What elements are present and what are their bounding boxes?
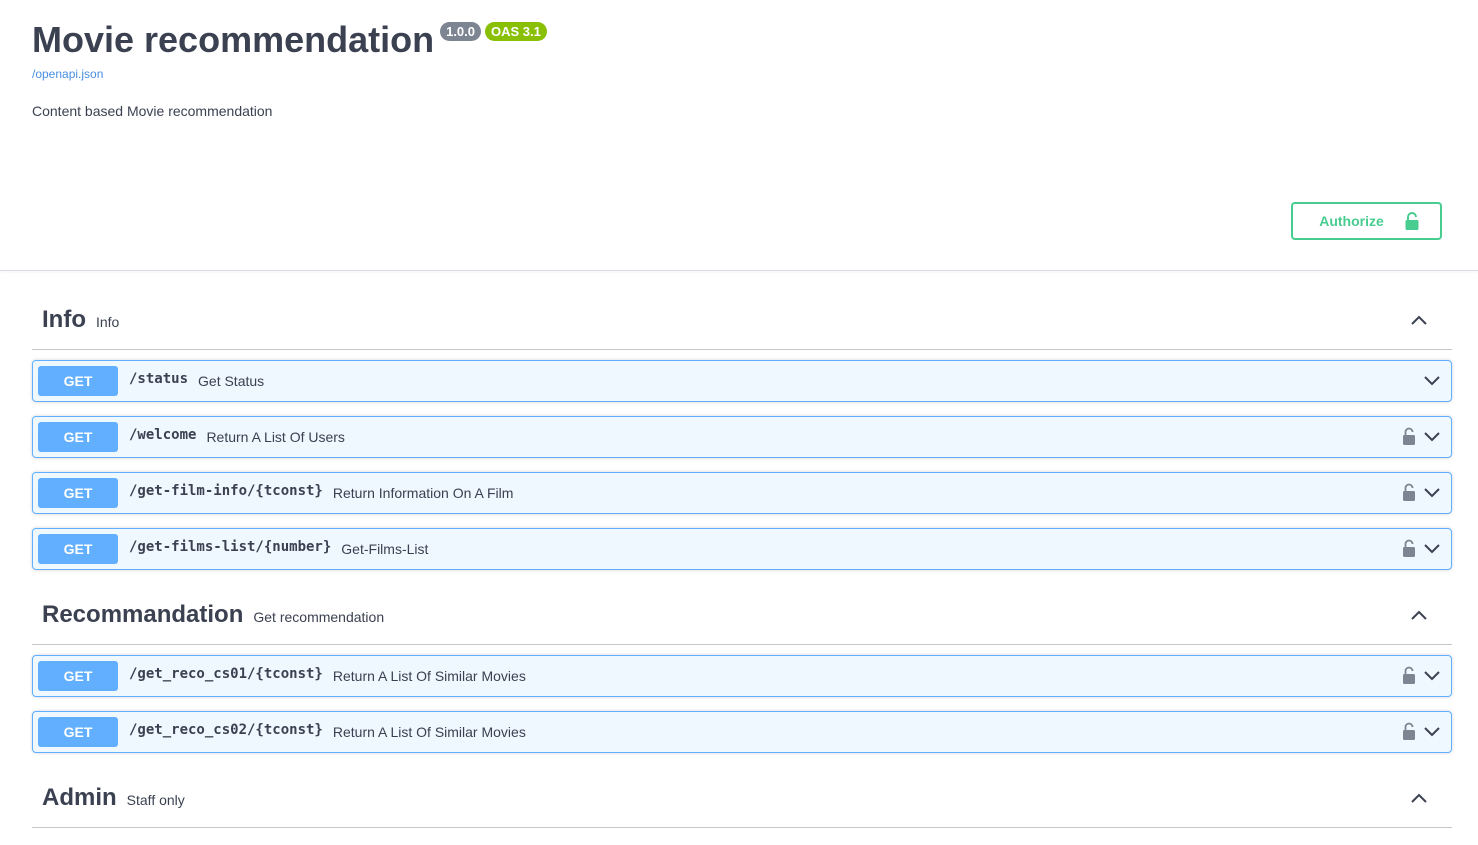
operation-path: /get_reco_cs02/{tconst}	[129, 722, 323, 738]
tag-name: Admin	[42, 783, 117, 811]
tag-description: Staff only	[126, 791, 185, 808]
method-badge: GET	[38, 478, 118, 508]
unlock-icon[interactable]	[1402, 539, 1416, 557]
operation-get-film-info[interactable]: GET /get-film-info/{tconst} Return Infor…	[32, 472, 1452, 514]
unlock-icon[interactable]	[1402, 427, 1416, 445]
tag-header-admin[interactable]: Admin Staff only	[32, 768, 1452, 828]
operation-get-films-list[interactable]: GET /get-films-list/{number} Get-Films-L…	[32, 528, 1452, 570]
authorize-label: Authorize	[1319, 213, 1384, 229]
chevron-down-icon[interactable]	[1423, 374, 1441, 388]
openapi-json-link[interactable]: /openapi.json	[32, 67, 1446, 81]
operation-get-reco-cs02[interactable]: GET /get_reco_cs02/{tconst} Return A Lis…	[32, 711, 1452, 753]
operation-get-welcome[interactable]: GET /welcome Return A List Of Users	[32, 416, 1452, 458]
operation-summary: Return Information On A Film	[332, 485, 514, 501]
tag-description: Info	[95, 313, 120, 330]
version-badge: 1.0.0	[440, 22, 482, 41]
method-badge: GET	[38, 661, 118, 691]
tag-header-info[interactable]: Info Info	[32, 290, 1452, 350]
operation-path: /status	[129, 371, 189, 387]
oas-badge: OAS 3.1	[485, 22, 547, 41]
method-badge: GET	[38, 717, 118, 747]
chevron-up-icon[interactable]	[1410, 607, 1428, 623]
operation-path: /get-film-info/{tconst}	[129, 483, 323, 499]
method-badge: GET	[38, 366, 118, 396]
page-title: Movie recommendation	[32, 19, 435, 60]
unlock-icon[interactable]	[1402, 722, 1416, 740]
authorize-button[interactable]: Authorize	[1291, 202, 1442, 240]
tag-name: Recommandation	[42, 600, 244, 628]
method-badge: GET	[38, 422, 118, 452]
unlock-icon[interactable]	[1402, 483, 1416, 501]
operation-summary: Get-Films-List	[341, 541, 429, 557]
chevron-down-icon[interactable]	[1423, 430, 1441, 444]
chevron-down-icon[interactable]	[1423, 486, 1441, 500]
chevron-down-icon[interactable]	[1423, 669, 1441, 683]
operation-path: /welcome	[129, 427, 197, 443]
api-description: Content based Movie recommendation	[32, 103, 273, 119]
chevron-down-icon[interactable]	[1423, 542, 1441, 556]
header-divider	[0, 270, 1478, 271]
chevron-up-icon[interactable]	[1410, 312, 1428, 328]
tag-header-recommandation[interactable]: Recommandation Get recommendation	[32, 585, 1452, 645]
operation-get-status[interactable]: GET /status Get Status	[32, 360, 1452, 402]
operation-path: /get_reco_cs01/{tconst}	[129, 666, 323, 682]
operation-get-reco-cs01[interactable]: GET /get_reco_cs01/{tconst} Return A Lis…	[32, 655, 1452, 697]
operation-summary: Return A List Of Similar Movies	[332, 724, 526, 740]
title-row: Movie recommendation 1.0.0 OAS 3.1	[32, 18, 1446, 62]
method-badge: GET	[38, 534, 118, 564]
unlock-icon	[1405, 212, 1419, 230]
tag-description: Get recommendation	[253, 608, 385, 625]
api-info: Movie recommendation 1.0.0 OAS 3.1 /open…	[32, 18, 1446, 248]
unlock-icon[interactable]	[1402, 666, 1416, 684]
chevron-down-icon[interactable]	[1423, 725, 1441, 739]
operation-summary: Get Status	[198, 373, 265, 389]
operation-path: /get-films-list/{number}	[129, 539, 332, 555]
operation-summary: Return A List Of Similar Movies	[332, 668, 526, 684]
tag-name: Info	[42, 305, 86, 333]
chevron-up-icon[interactable]	[1410, 790, 1428, 806]
operation-summary: Return A List Of Users	[206, 429, 345, 445]
